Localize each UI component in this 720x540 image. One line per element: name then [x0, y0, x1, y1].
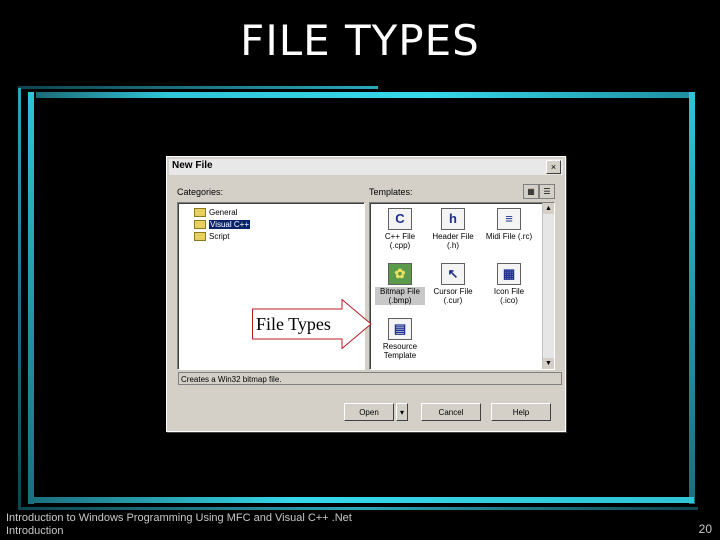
category-item-general[interactable]: General [194, 207, 237, 218]
header-file-icon: h [441, 208, 465, 230]
page-number: 20 [698, 522, 712, 536]
template-item-bitmap-file[interactable]: ✿ Bitmap File (.bmp) [375, 263, 425, 305]
scroll-down-arrow-icon[interactable]: ▼ [543, 358, 554, 369]
category-label: General [209, 208, 238, 217]
slide-title: FILE TYPES [240, 16, 480, 65]
scroll-up-arrow-icon[interactable]: ▲ [543, 203, 554, 214]
dialog-titlebar[interactable]: New File × [169, 159, 563, 175]
template-item-icon-file[interactable]: ▦ Icon File (.ico) [484, 263, 534, 305]
template-item-header-file[interactable]: h Header File (.h) [428, 208, 478, 250]
footer-line-1: Introduction to Windows Programming Usin… [6, 512, 352, 524]
cancel-button[interactable]: Cancel [421, 403, 481, 421]
cpp-file-icon: C [388, 208, 412, 230]
template-item-midi-file[interactable]: ≡ Midi File (.rc) [484, 208, 534, 241]
open-button[interactable]: Open [344, 403, 394, 421]
folder-icon [194, 208, 206, 218]
frame-line-top [36, 92, 694, 98]
templates-label: Templates: [369, 187, 413, 197]
category-label-selected: Visual C++ [209, 220, 250, 229]
category-item-visual-cpp[interactable]: Visual C++ [194, 219, 250, 230]
template-label: Resource Template [382, 342, 418, 360]
template-label: Icon File (.ico) [493, 287, 525, 305]
frame-line-bottom-thin [18, 507, 698, 510]
footer-line-2: Introduction [6, 525, 64, 537]
template-label: Header File (.h) [432, 232, 474, 250]
footer-text: Introduction to Windows Programming Usin… [6, 512, 352, 538]
bitmap-file-icon: ✿ [388, 263, 412, 285]
category-label: Script [209, 232, 230, 241]
close-button[interactable]: × [546, 160, 561, 174]
file-types-callout: File Types [252, 298, 372, 350]
frame-line-left [28, 92, 34, 504]
icon-file-icon: ▦ [497, 263, 521, 285]
templates-scrollbar[interactable]: ▲ ▼ [542, 203, 554, 369]
category-item-script[interactable]: Script [194, 231, 229, 242]
folder-icon [194, 232, 206, 242]
template-label: Midi File (.rc) [485, 232, 533, 241]
template-description: Creates a Win32 bitmap file. [178, 372, 562, 385]
frame-line-right [689, 92, 695, 504]
resource-template-icon: ▤ [388, 318, 412, 340]
template-item-cursor-file[interactable]: ↖ Cursor File (.cur) [428, 263, 478, 305]
dialog-title: New File [172, 160, 213, 171]
template-label: C++ File (.cpp) [384, 232, 416, 250]
template-item-cpp-file[interactable]: C C++ File (.cpp) [375, 208, 425, 250]
folder-icon [194, 220, 206, 230]
template-item-resource-template[interactable]: ▤ Resource Template [375, 318, 425, 360]
large-icons-view-button[interactable]: ▦ [523, 184, 539, 199]
template-label: Cursor File (.cur) [433, 287, 473, 305]
frame-line-top-thin [18, 86, 378, 89]
new-file-dialog: New File × Categories: Templates: ▦ ☰ Ge… [166, 156, 566, 432]
cursor-file-icon: ↖ [441, 263, 465, 285]
midi-file-icon: ≡ [497, 208, 521, 230]
open-dropdown-arrow-icon[interactable]: ▾ [396, 403, 408, 421]
list-view-button[interactable]: ☰ [539, 184, 555, 199]
callout-text: File Types [256, 314, 331, 334]
template-label: Bitmap File (.bmp) [375, 287, 425, 305]
frame-line-left-thin [18, 88, 21, 508]
help-button[interactable]: Help [491, 403, 551, 421]
templates-list[interactable]: C C++ File (.cpp) h Header File (.h) ≡ M… [369, 202, 555, 370]
categories-label: Categories: [177, 187, 224, 197]
frame-line-bottom [28, 497, 694, 503]
